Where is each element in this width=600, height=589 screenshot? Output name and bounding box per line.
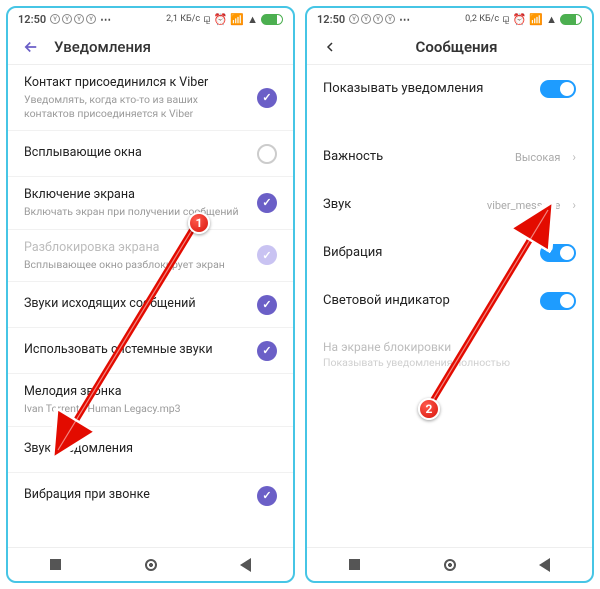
phone-right: 12:50 Y Y Y Y ⋯ 0,2 КБ/с ⚼ ⏰ 📶 ▲ Сообщен… <box>305 6 594 583</box>
toggle-on-icon[interactable] <box>540 244 576 262</box>
row-title: Звук <box>323 196 477 214</box>
row-title: Звуки исходящих сообщений <box>24 296 247 313</box>
page-title: Сообщения <box>335 38 578 56</box>
settings-list: Показывать уведомления Важность Высокая … <box>307 65 592 547</box>
status-icon: Y <box>373 14 383 24</box>
row-contact-joined[interactable]: Контакт присоединился к Viber Уведомлять… <box>8 65 293 131</box>
row-title: Вибрация <box>323 244 530 262</box>
clock: 12:50 <box>317 13 345 26</box>
row-sub: Показывать уведомления полностью <box>323 356 576 370</box>
clock: 12:50 <box>18 13 46 26</box>
row-title: Звук уведомления <box>24 441 277 458</box>
bluetooth-icon: ⚼ <box>203 12 211 26</box>
header: Уведомления <box>8 28 293 65</box>
row-popups[interactable]: Всплывающие окна <box>8 131 293 177</box>
row-title: Контакт присоединился к Viber <box>24 75 247 92</box>
row-title: Световой индикатор <box>323 292 530 310</box>
row-screen-on[interactable]: Включение экрана Включать экран при полу… <box>8 177 293 230</box>
alarm-icon: ⏰ <box>513 13 527 26</box>
status-icon: Y <box>86 14 96 24</box>
checkbox-on-icon[interactable] <box>257 295 277 315</box>
network-speed: 2,1 КБ/с <box>166 14 200 24</box>
chevron-right-icon: › <box>572 150 576 164</box>
settings-list: Контакт присоединился к Viber Уведомлять… <box>8 65 293 547</box>
row-sub: Ivan Torrent - Human Legacy.mp3 <box>24 402 277 416</box>
more-icon: ⋯ <box>399 13 410 26</box>
nav-recent-icon[interactable] <box>348 558 362 572</box>
alarm-icon: ⏰ <box>214 13 228 26</box>
nav-recent-icon[interactable] <box>49 558 63 572</box>
row-title: Важность <box>323 148 505 166</box>
row-show-notifications[interactable]: Показывать уведомления <box>307 65 592 113</box>
toggle-on-icon[interactable] <box>540 80 576 98</box>
row-sub: Уведомлять, когда кто-то из ваших контак… <box>24 93 247 120</box>
nav-home-icon[interactable] <box>144 558 158 572</box>
navbar <box>307 547 592 581</box>
checkbox-on-icon[interactable] <box>257 88 277 108</box>
signal-icon: 📶 <box>529 13 543 26</box>
signal-icon: 📶 <box>230 13 244 26</box>
row-title: Мелодия звонка <box>24 384 277 401</box>
toggle-on-icon[interactable] <box>540 292 576 310</box>
status-icon: Y <box>50 14 60 24</box>
row-vibration[interactable]: Вибрация <box>307 229 592 277</box>
row-value: viber_message <box>487 199 561 212</box>
row-ringtone[interactable]: Мелодия звонка Ivan Torrent - Human Lega… <box>8 374 293 427</box>
more-icon: ⋯ <box>100 13 111 26</box>
nav-back-icon[interactable] <box>538 558 552 572</box>
wifi-icon: ▲ <box>247 13 258 26</box>
row-vibrate-call[interactable]: Вибрация при звонке <box>8 473 293 519</box>
row-importance[interactable]: Важность Высокая › <box>307 133 592 181</box>
row-led[interactable]: Световой индикатор <box>307 277 592 325</box>
bluetooth-icon: ⚼ <box>502 12 510 26</box>
status-icon: Y <box>349 14 359 24</box>
checkbox-on-icon[interactable] <box>257 341 277 361</box>
chevron-right-icon: › <box>572 198 576 212</box>
row-title: Разблокировка экрана <box>24 240 247 257</box>
battery-icon <box>261 14 283 25</box>
battery-icon <box>560 14 582 25</box>
row-value: Высокая <box>515 151 560 164</box>
nav-home-icon[interactable] <box>443 558 457 572</box>
network-speed: 0,2 КБ/с <box>465 14 499 24</box>
row-title: На экране блокировки <box>323 339 576 355</box>
row-outgoing-sounds[interactable]: Звуки исходящих сообщений <box>8 282 293 328</box>
row-title: Всплывающие окна <box>24 145 247 162</box>
row-title: Показывать уведомления <box>323 80 530 98</box>
row-lockscreen-hint: На экране блокировки Показывать уведомле… <box>307 325 592 384</box>
status-icon: Y <box>74 14 84 24</box>
row-sub: Включать экран при получении сообщений <box>24 205 247 219</box>
row-title: Вибрация при звонке <box>24 487 247 504</box>
phone-left: 12:50 Y Y Y Y ⋯ 2,1 КБ/с ⚼ ⏰ 📶 ▲ Уведомл… <box>6 6 295 583</box>
navbar <box>8 547 293 581</box>
status-icon: Y <box>62 14 72 24</box>
checkbox-on-icon[interactable] <box>257 193 277 213</box>
statusbar: 12:50 Y Y Y Y ⋯ 2,1 КБ/с ⚼ ⏰ 📶 ▲ <box>8 8 293 28</box>
wifi-icon: ▲ <box>546 13 557 26</box>
row-system-sounds[interactable]: Использовать системные звуки <box>8 328 293 374</box>
checkbox-disabled-icon <box>257 245 277 265</box>
row-title: Использовать системные звуки <box>24 342 247 359</box>
checkbox-off-icon[interactable] <box>257 144 277 164</box>
row-notification-sound[interactable]: Звук уведомления <box>8 427 293 473</box>
back-arrow-icon[interactable] <box>22 38 40 56</box>
statusbar: 12:50 Y Y Y Y ⋯ 0,2 КБ/с ⚼ ⏰ 📶 ▲ <box>307 8 592 28</box>
row-unlock-screen: Разблокировка экрана Всплывающее окно ра… <box>8 230 293 283</box>
status-icon: Y <box>385 14 395 24</box>
checkbox-on-icon[interactable] <box>257 486 277 506</box>
row-sub: Всплывающее окно разблокирует экран <box>24 258 247 272</box>
nav-back-icon[interactable] <box>239 558 253 572</box>
status-icon: Y <box>361 14 371 24</box>
header: Сообщения <box>307 28 592 65</box>
row-title: Включение экрана <box>24 187 247 204</box>
row-sound[interactable]: Звук viber_message › <box>307 181 592 229</box>
page-title: Уведомления <box>54 38 151 56</box>
